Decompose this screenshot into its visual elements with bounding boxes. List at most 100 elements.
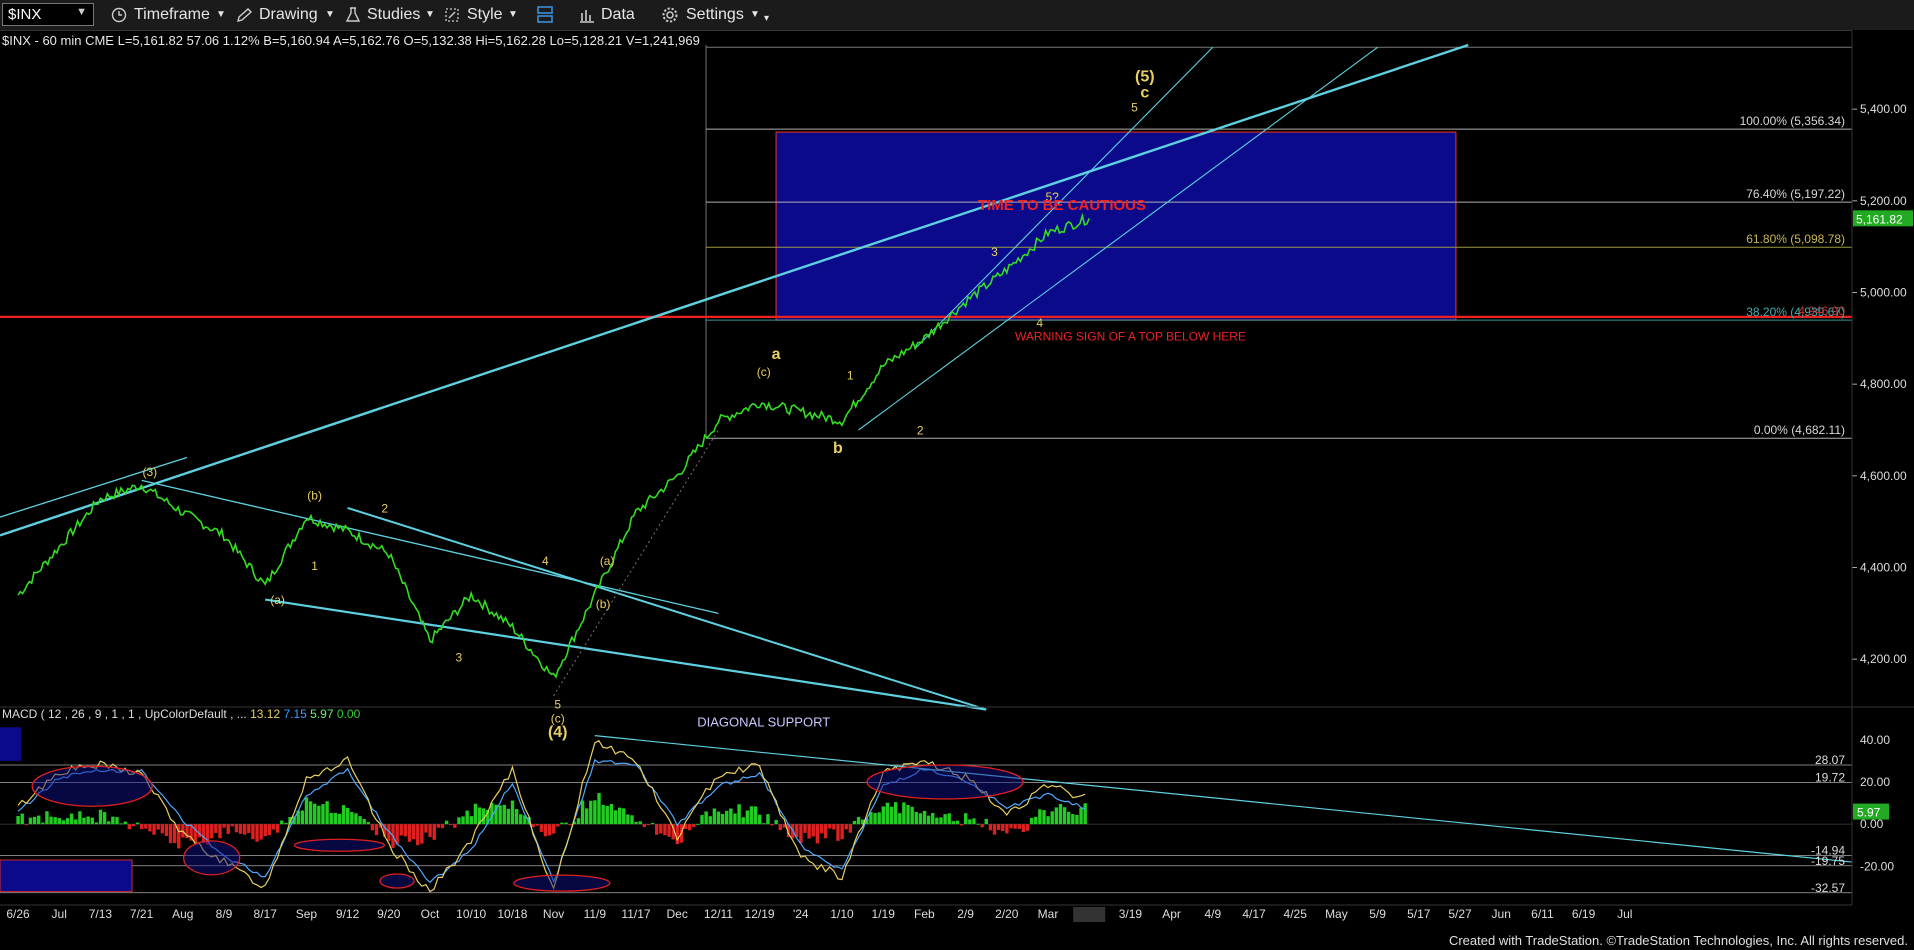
macd-histogram-bar — [589, 800, 593, 825]
date-tick-label: 11/17 — [621, 907, 650, 921]
chevron-down-icon[interactable]: ▼ — [325, 4, 335, 26]
macd-histogram-bar — [300, 810, 305, 825]
studies-menu[interactable]: Studies — [367, 4, 420, 26]
macd-histogram-bar — [601, 804, 605, 825]
chevron-down-icon[interactable]: ▾ — [764, 8, 769, 30]
macd-histogram-bar — [531, 824, 535, 828]
macd-histogram-bar — [135, 822, 140, 825]
macd-histogram-bar — [473, 803, 478, 825]
wave-label: (b) — [596, 597, 611, 611]
macd-histogram-bar — [263, 824, 267, 836]
macd-histogram-bar — [708, 816, 712, 825]
macd-histogram-bar — [700, 815, 704, 825]
chevron-down-icon[interactable]: ▼ — [750, 4, 760, 26]
timeframe-menu[interactable]: Timeframe — [134, 4, 210, 26]
macd-histogram-bar — [424, 824, 428, 833]
macd-histogram-bar — [906, 805, 910, 825]
macd-histogram-bar — [449, 824, 453, 826]
warning-annotation: WARNING SIGN OF A TOP BELOW HERE — [1015, 330, 1246, 344]
macd-histogram-bar — [65, 818, 70, 825]
macd-header: MACD ( 12 , 26 , 9 , 1 , 1 , UpColorDefa… — [2, 707, 361, 721]
macd-histogram-bar — [1009, 824, 1013, 829]
macd-histogram-bar — [605, 805, 609, 825]
wave-label: 4 — [1036, 316, 1043, 330]
macd-histogram-bar — [325, 801, 329, 825]
macd-histogram-bar — [267, 824, 272, 836]
pencil-icon — [237, 8, 253, 22]
macd-histogram-bar — [49, 816, 53, 825]
macd-histogram-bar — [350, 812, 354, 825]
toolbar: $INX ▼ Timeframe ▼ Drawing ▼ Studies ▼ S… — [0, 0, 1914, 31]
macd-histogram-bar — [201, 824, 206, 843]
settings-menu[interactable]: Settings — [686, 4, 744, 26]
macd-histogram-bar — [251, 824, 255, 840]
date-cursor-tag — [1073, 907, 1106, 922]
macd-ellipse — [866, 764, 1024, 800]
macd-histogram-bar — [741, 817, 745, 825]
style-menu[interactable]: Style — [467, 4, 503, 26]
macd-level-label: -19.75 — [1811, 854, 1845, 868]
macd-histogram-bar — [506, 808, 511, 825]
fib-level-label: 100.00% (5,356.34) — [1740, 114, 1845, 128]
layout-icon[interactable] — [535, 5, 555, 25]
macd-histogram-bar — [453, 824, 457, 828]
date-tick-label: 7/13 — [89, 907, 113, 921]
data-menu[interactable]: Data — [601, 4, 635, 26]
chevron-down-icon[interactable]: ▼ — [508, 4, 518, 26]
price-tick-label: 4,600.00 — [1860, 469, 1907, 483]
chevron-down-icon[interactable]: ▼ — [425, 4, 435, 26]
macd-histogram-bar — [988, 824, 993, 831]
macd-histogram-bar — [317, 805, 321, 825]
macd-histogram-bar — [498, 805, 502, 825]
macd-histogram-bar — [243, 824, 247, 835]
wave-label: (c) — [757, 365, 771, 379]
macd-histogram-bar — [20, 813, 24, 825]
macd-histogram-bar — [799, 824, 803, 844]
wave-label: a — [772, 346, 781, 363]
macd-histogram-bar — [432, 824, 436, 840]
macd-histogram-bar — [774, 819, 778, 825]
macd-histogram-bar — [308, 801, 313, 825]
price-tick-label: 5,200.00 — [1860, 194, 1907, 208]
macd-histogram-bar — [214, 824, 218, 833]
macd-histogram-bar — [74, 819, 78, 825]
macd-histogram-bar — [609, 803, 614, 825]
macd-histogram-bar — [37, 815, 41, 825]
date-tick-label: 9/12 — [336, 907, 360, 921]
chevron-down-icon: ▼ — [76, 6, 87, 18]
macd-histogram-bar — [1067, 811, 1071, 825]
macd-histogram-bar — [935, 817, 939, 825]
macd-histogram-bar — [597, 793, 601, 825]
price-tick-label: 4,800.00 — [1860, 377, 1907, 391]
macd-histogram-bar — [646, 824, 651, 826]
macd-histogram-bar — [416, 824, 420, 846]
chevron-down-icon[interactable]: ▼ — [216, 4, 226, 26]
symbol-selector[interactable]: $INX ▼ — [2, 3, 94, 26]
macd-histogram-bar — [613, 810, 618, 825]
macd-histogram-bar — [667, 824, 671, 837]
macd-histogram-bar — [696, 823, 700, 825]
macd-histogram-bar — [832, 824, 836, 830]
macd-histogram-bar — [107, 821, 111, 825]
date-tick-label: '24 — [793, 907, 809, 921]
macd-histogram-bar — [968, 819, 972, 825]
macd-histogram-bar — [313, 803, 317, 825]
macd-histogram-bar — [737, 804, 741, 825]
macd-histogram-bar — [844, 824, 848, 830]
upper-channel-line — [347, 506, 987, 711]
drawing-menu[interactable]: Drawing — [259, 4, 318, 26]
macd-histogram-bar — [510, 800, 515, 825]
price-chart[interactable]: 4,200.00 4,400.00 4,600.00 4,800.00 5,000.00… — [0, 30, 1914, 930]
macd-histogram-bar — [1071, 814, 1075, 825]
date-tick-label: Nov — [543, 907, 564, 921]
macd-histogram-bar — [630, 815, 634, 825]
macd-histogram-bar — [753, 806, 758, 825]
macd-histogram-bar — [469, 816, 473, 825]
macd-ellipse — [31, 765, 153, 807]
macd-histogram-bar — [947, 813, 951, 825]
wave-label: b — [833, 440, 843, 457]
date-tick-label: Oct — [421, 907, 440, 921]
macd-histogram-bar — [407, 824, 412, 842]
macd-ellipse — [182, 840, 241, 876]
macd-histogram-bar — [848, 824, 853, 833]
